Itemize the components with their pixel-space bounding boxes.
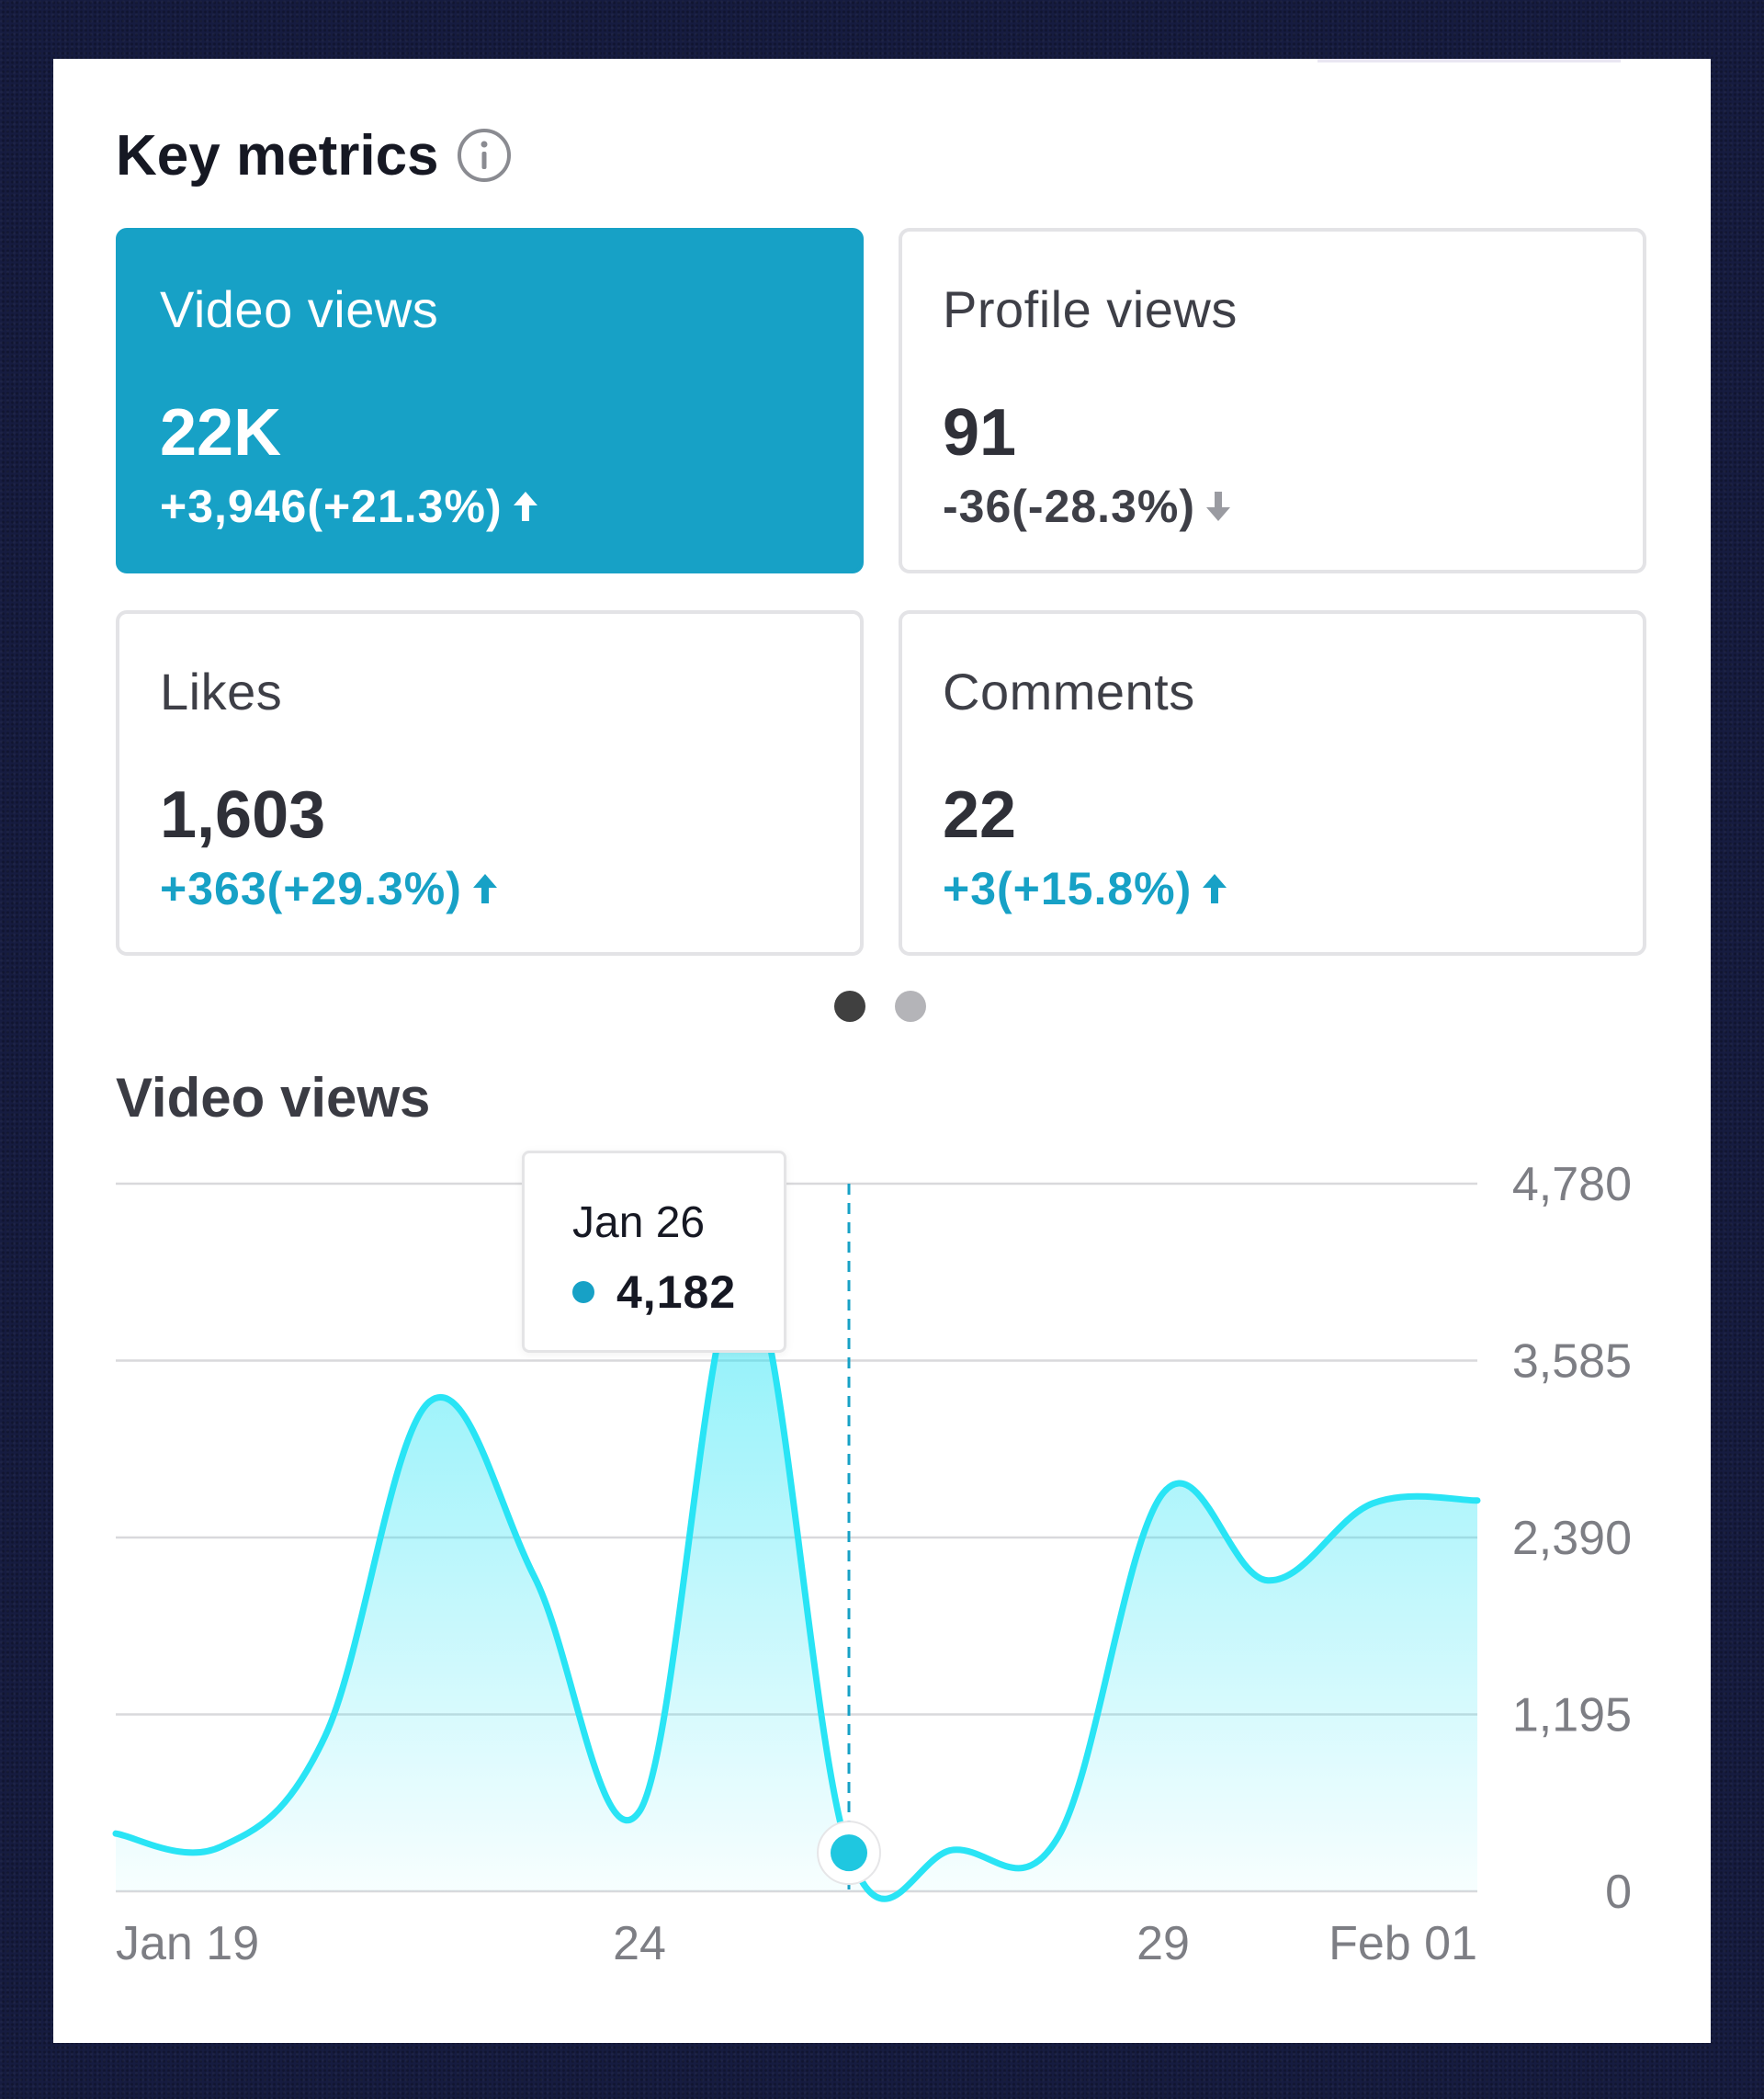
y-tick-label: 1,195 bbox=[1512, 1689, 1632, 1742]
tooltip-date: Jan 26 bbox=[572, 1198, 706, 1247]
series-dot-icon bbox=[572, 1281, 594, 1303]
analytics-card: Key metrics Video views 22K +3,946(+21.3… bbox=[53, 59, 1711, 2043]
x-tick-label: 24 bbox=[613, 1917, 666, 1970]
x-tick-label: 29 bbox=[1136, 1917, 1190, 1970]
x-tick-label: Feb 01 bbox=[1329, 1917, 1477, 1970]
x-tick-label: Jan 19 bbox=[116, 1917, 259, 1970]
y-tick-label: 4,780 bbox=[1512, 1158, 1632, 1211]
y-tick-label: 0 bbox=[1605, 1866, 1632, 1919]
y-tick-label: 3,585 bbox=[1512, 1335, 1632, 1389]
tooltip-row: 4,182 bbox=[572, 1265, 736, 1319]
y-tick-label: 2,390 bbox=[1512, 1512, 1632, 1565]
tooltip-value: 4,182 bbox=[616, 1266, 737, 1318]
chart-tooltip: Jan 26 4,182 bbox=[522, 1151, 786, 1353]
video-views-chart: 4,780 3,585 2,390 1,195 0 Jan 19 24 29 Feb 01 bbox=[112, 1158, 1632, 1970]
series-area bbox=[116, 1272, 1477, 1900]
data-point-highlight bbox=[831, 1834, 867, 1872]
